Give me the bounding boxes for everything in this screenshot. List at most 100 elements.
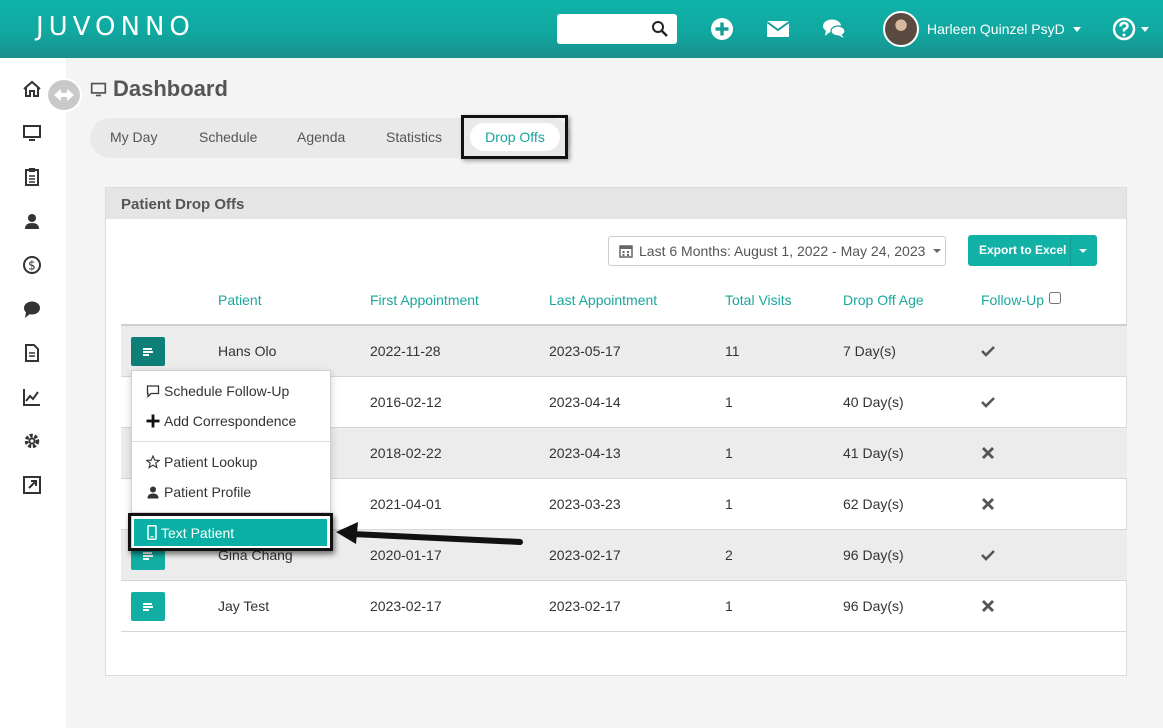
menu-item-schedule-follow-up[interactable]: Schedule Follow-Up xyxy=(146,383,289,399)
drop-off-age: 62 Day(s) xyxy=(843,496,904,512)
row-actions-button[interactable] xyxy=(131,337,165,366)
search-icon[interactable] xyxy=(651,20,669,38)
monitor-icon[interactable] xyxy=(22,123,42,143)
chevron-down-icon[interactable] xyxy=(1072,26,1081,32)
calendar-icon xyxy=(619,245,633,258)
column-header-first-appointment[interactable]: First Appointment xyxy=(370,292,479,308)
sidebar-collapse-button[interactable] xyxy=(46,78,82,112)
date-range-picker[interactable]: Last 6 Months: August 1, 2022 - May 24, … xyxy=(608,236,946,266)
menu-item-label: Add Correspondence xyxy=(164,413,297,429)
search-input[interactable] xyxy=(563,19,647,39)
export-to-excel-button[interactable]: Export to Excel xyxy=(968,235,1097,266)
help-menu[interactable] xyxy=(1112,17,1149,41)
user-icon xyxy=(147,486,159,499)
juvonno-logo[interactable]: JUVONNO xyxy=(36,12,195,42)
last-appointment: 2023-05-17 xyxy=(549,343,621,359)
star-icon xyxy=(146,455,160,469)
chevron-down-icon[interactable] xyxy=(1141,26,1149,32)
add-icon[interactable] xyxy=(710,17,734,41)
check-icon xyxy=(981,346,995,357)
check-icon xyxy=(981,397,995,408)
column-header-patient[interactable]: Patient xyxy=(218,292,262,308)
total-visits: 1 xyxy=(725,394,733,410)
external-link-icon[interactable] xyxy=(22,475,42,495)
menu-divider xyxy=(132,441,330,442)
comment-icon xyxy=(146,385,160,398)
menu-item-label: Patient Profile xyxy=(164,484,252,500)
follow-up-select-all-checkbox[interactable] xyxy=(1049,292,1061,304)
user-menu[interactable]: Harleen Quinzel PsyD xyxy=(883,11,1081,47)
menu-item-patient-profile[interactable]: Patient Profile xyxy=(146,484,251,500)
gear-icon[interactable] xyxy=(22,431,42,451)
mobile-phone-icon xyxy=(147,525,157,540)
document-icon[interactable] xyxy=(22,343,42,363)
tab-statistics[interactable]: Statistics xyxy=(386,129,442,145)
panel-title: Patient Drop Offs xyxy=(106,188,1126,219)
user-name[interactable]: Harleen Quinzel PsyD xyxy=(927,21,1065,37)
total-visits: 1 xyxy=(725,496,733,512)
billing-icon[interactable]: $ xyxy=(22,255,42,275)
table-row: Jay Test 2023-02-17 2023-02-17 1 96 Day(… xyxy=(121,581,1127,632)
clipboard-icon[interactable] xyxy=(22,167,42,187)
x-icon xyxy=(982,600,994,612)
annotation-arrow xyxy=(336,522,523,545)
last-appointment: 2023-02-17 xyxy=(549,547,621,563)
menu-item-label: Text Patient xyxy=(161,524,235,541)
last-appointment: 2023-03-23 xyxy=(549,496,621,512)
chat-icon[interactable] xyxy=(822,17,846,41)
chevron-down-icon xyxy=(933,249,942,253)
column-header-drop-off-age[interactable]: Drop Off Age xyxy=(843,292,924,308)
avatar[interactable] xyxy=(883,11,919,47)
comment-icon[interactable] xyxy=(22,299,42,319)
drop-off-age: 96 Day(s) xyxy=(843,598,904,614)
patient-name[interactable]: Hans Olo xyxy=(218,343,276,359)
drop-off-age: 41 Day(s) xyxy=(843,445,904,461)
menu-item-text-patient[interactable]: Text Patient xyxy=(134,519,327,546)
plus-icon xyxy=(146,414,160,428)
column-header-follow-up[interactable]: Follow-Up xyxy=(981,292,1044,308)
menu-item-patient-lookup[interactable]: Patient Lookup xyxy=(146,454,257,470)
menu-item-add-correspondence[interactable]: Add Correspondence xyxy=(146,413,296,429)
first-appointment: 2018-02-22 xyxy=(370,445,442,461)
check-icon xyxy=(981,550,995,561)
column-header-total-visits[interactable]: Total Visits xyxy=(725,292,792,308)
users-icon[interactable] xyxy=(22,211,42,231)
help-icon[interactable] xyxy=(1112,17,1136,41)
top-navigation-bar: JUVONNO Harleen Quinzel PsyD xyxy=(0,0,1163,58)
export-separator xyxy=(1070,235,1071,266)
svg-text:$: $ xyxy=(28,259,36,273)
first-appointment: 2016-02-12 xyxy=(370,394,442,410)
sidebar: $ xyxy=(0,58,66,728)
last-appointment: 2023-04-14 xyxy=(549,394,621,410)
export-label: Export to Excel xyxy=(979,243,1067,257)
last-appointment: 2023-04-13 xyxy=(549,445,621,461)
expand-arrows-icon xyxy=(54,89,74,101)
export-dropdown-toggle[interactable] xyxy=(1079,249,1087,253)
home-icon[interactable] xyxy=(22,79,42,99)
page-title-text: Dashboard xyxy=(113,76,228,101)
tab-drop-offs[interactable]: Drop Offs xyxy=(470,123,560,151)
total-visits: 11 xyxy=(725,343,740,359)
page-title: Dashboard xyxy=(90,76,228,102)
patient-name[interactable]: Jay Test xyxy=(218,598,269,614)
tab-schedule[interactable]: Schedule xyxy=(199,129,257,145)
first-appointment: 2021-04-01 xyxy=(370,496,442,512)
tab-my-day[interactable]: My Day xyxy=(110,129,157,145)
drop-off-age: 40 Day(s) xyxy=(843,394,904,410)
monitor-icon xyxy=(90,82,107,96)
column-header-last-appointment[interactable]: Last Appointment xyxy=(549,292,657,308)
tab-agenda[interactable]: Agenda xyxy=(297,129,345,145)
last-appointment: 2023-02-17 xyxy=(549,598,621,614)
first-appointment: 2022-11-28 xyxy=(370,343,441,359)
menu-item-label: Patient Lookup xyxy=(164,454,258,470)
x-icon xyxy=(982,447,994,459)
date-range-label: Last 6 Months: August 1, 2022 - May 24, … xyxy=(639,243,926,259)
search-box[interactable] xyxy=(557,14,677,44)
line-chart-icon[interactable] xyxy=(22,387,42,407)
total-visits: 1 xyxy=(725,598,733,614)
drop-off-age: 96 Day(s) xyxy=(843,547,904,563)
drop-off-age: 7 Day(s) xyxy=(843,343,896,359)
row-actions-button[interactable] xyxy=(131,592,165,621)
mail-icon[interactable] xyxy=(766,17,790,41)
total-visits: 1 xyxy=(725,445,733,461)
